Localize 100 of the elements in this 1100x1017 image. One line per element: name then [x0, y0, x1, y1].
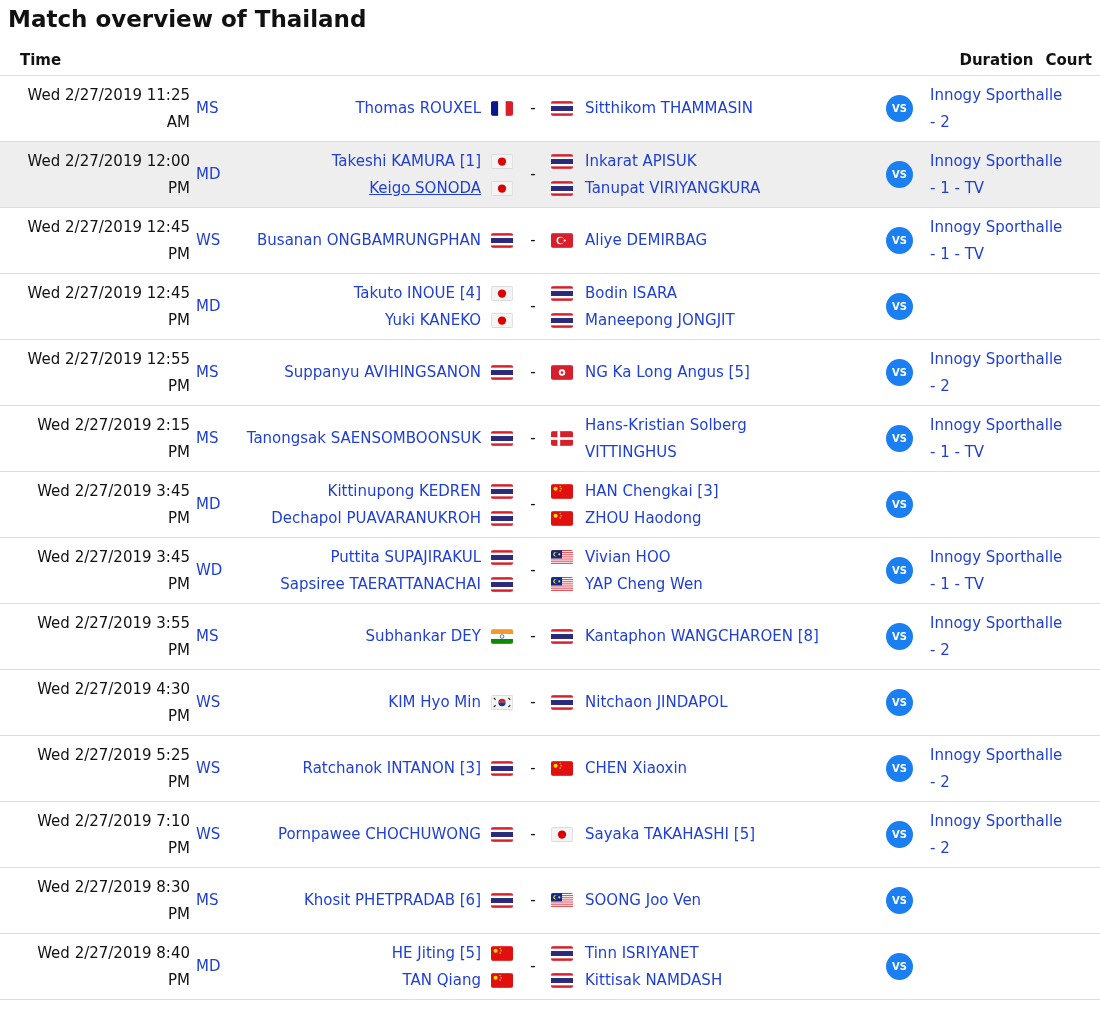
flag-icon — [551, 827, 573, 842]
match-time: Wed 2/27/2019 5:25 PM — [36, 744, 190, 793]
flag-icon — [551, 893, 573, 908]
player-link[interactable]: Aliye DEMIRBAG — [585, 227, 708, 254]
event-link[interactable]: WS — [190, 821, 230, 848]
flag-icon — [491, 761, 513, 776]
player-link[interactable]: Sayaka TAKAHASHI [5] — [585, 821, 756, 848]
event-link[interactable]: MS — [190, 887, 230, 914]
player-link[interactable]: Keigo SONODA — [369, 174, 481, 202]
flag-icon — [491, 285, 513, 301]
court-link[interactable]: Innogy Sporthalle - 1 - TV — [930, 411, 1070, 466]
player-link[interactable]: Tanupat VIRIYANGKURA — [585, 174, 761, 202]
player-link[interactable]: ZHOU Haodong — [585, 504, 702, 532]
event-link[interactable]: MS — [190, 359, 230, 386]
vs-icon[interactable]: VS — [886, 755, 913, 782]
vs-icon[interactable]: VS — [886, 161, 913, 188]
event-link[interactable]: MD — [190, 293, 230, 320]
separator: - — [530, 494, 536, 515]
player-link[interactable]: KIM Hyo Min — [388, 689, 481, 716]
vs-icon[interactable]: VS — [886, 689, 913, 716]
event-link[interactable]: MD — [190, 161, 230, 188]
vs-icon[interactable]: VS — [886, 227, 913, 254]
separator: - — [530, 98, 536, 119]
player-link[interactable]: SOONG Joo Ven — [585, 887, 702, 914]
match-time: Wed 2/27/2019 4:30 PM — [36, 678, 190, 727]
separator: - — [530, 890, 536, 911]
vs-icon[interactable]: VS — [886, 821, 913, 848]
player-link[interactable]: Bodin ISARA — [585, 279, 677, 307]
match-time: Wed 2/27/2019 11:25 AM — [26, 84, 190, 133]
player-link[interactable]: Vivian HOO — [585, 543, 671, 571]
flag-icon — [491, 233, 513, 248]
court-link[interactable]: Innogy Sporthalle - 2 — [930, 741, 1070, 796]
player-link[interactable]: Ratchanok INTANON [3] — [302, 755, 481, 782]
player-link[interactable]: Thomas ROUXEL — [355, 95, 481, 122]
court-link[interactable]: Innogy Sporthalle - 1 - TV — [930, 543, 1070, 598]
player-link[interactable]: Maneepong JONGJIT — [585, 306, 735, 334]
match-time: Wed 2/27/2019 3:45 PM — [36, 480, 190, 529]
player-link[interactable]: Subhankar DEY — [365, 623, 481, 650]
vs-icon[interactable]: VS — [886, 953, 913, 980]
player-link[interactable]: HE Jiting [5] — [391, 939, 481, 967]
event-link[interactable]: WS — [190, 227, 230, 254]
player-link[interactable]: TAN Qiang — [402, 966, 481, 994]
flag-icon — [491, 549, 513, 565]
court-link[interactable]: Innogy Sporthalle - 2 — [930, 807, 1070, 862]
vs-icon[interactable]: VS — [886, 293, 913, 320]
player-link[interactable]: Suppanyu AVIHINGSANON — [284, 359, 481, 386]
player-link[interactable]: Sapsiree TAERATTANACHAI — [280, 570, 481, 598]
vs-icon[interactable]: VS — [886, 359, 913, 386]
vs-icon[interactable]: VS — [886, 557, 913, 584]
player-link[interactable]: Inkarat APISUK — [585, 147, 697, 175]
event-link[interactable]: MS — [190, 95, 230, 122]
flag-icon — [491, 312, 513, 328]
player-link[interactable]: Takeshi KAMURA [1] — [331, 147, 481, 175]
vs-icon[interactable]: VS — [886, 95, 913, 122]
flag-icon — [491, 483, 513, 499]
flag-icon — [551, 483, 573, 499]
event-link[interactable]: WD — [190, 557, 230, 584]
court-link[interactable]: Innogy Sporthalle - 2 — [930, 81, 1070, 136]
event-link[interactable]: MS — [190, 623, 230, 650]
player-link[interactable]: Tinn ISRIYANET — [585, 939, 699, 967]
player-link[interactable]: CHEN Xiaoxin — [585, 755, 688, 782]
court-link[interactable]: Innogy Sporthalle - 1 - TV — [930, 147, 1070, 202]
vs-icon[interactable]: VS — [886, 623, 913, 650]
player-link[interactable]: Kittinupong KEDREN — [327, 477, 481, 505]
flag-icon — [491, 510, 513, 526]
vs-icon[interactable]: VS — [886, 491, 913, 518]
separator: - — [530, 626, 536, 647]
event-link[interactable]: WS — [190, 689, 230, 716]
court-link[interactable]: Innogy Sporthalle - 2 — [930, 345, 1070, 400]
player-link[interactable]: Takuto INOUE [4] — [353, 279, 481, 307]
match-time: Wed 2/27/2019 12:00 PM — [26, 150, 190, 199]
flag-icon — [551, 549, 573, 565]
event-link[interactable]: MS — [190, 425, 230, 452]
player-link[interactable]: Puttita SUPAJIRAKUL — [330, 543, 481, 571]
player-link[interactable]: Busanan ONGBAMRUNGPHAN — [257, 227, 481, 254]
court-link[interactable]: Innogy Sporthalle - 2 — [930, 609, 1070, 664]
separator: - — [530, 692, 536, 713]
player-link[interactable]: Pornpawee CHOCHUWONG — [277, 821, 481, 848]
player-link[interactable]: Khosit PHETPRADAB [6] — [303, 887, 481, 914]
match-time: Wed 2/27/2019 3:55 PM — [36, 612, 190, 661]
player-link[interactable]: Nitchaon JINDAPOL — [585, 689, 728, 716]
player-link[interactable]: NG Ka Long Angus [5] — [585, 359, 750, 386]
vs-icon[interactable]: VS — [886, 887, 913, 914]
player-link[interactable]: Kantaphon WANGCHAROEN [8] — [585, 623, 819, 650]
event-link[interactable]: MD — [190, 491, 230, 518]
player-link[interactable]: Tanongsak SAENSOMBOONSUK — [246, 425, 481, 452]
player-link[interactable]: HAN Chengkai [3] — [585, 477, 719, 505]
vs-icon[interactable]: VS — [886, 425, 913, 452]
player-link[interactable]: YAP Cheng Wen — [585, 570, 703, 598]
flag-icon — [491, 153, 513, 169]
player-link[interactable]: Sitthikom THAMMASIN — [585, 95, 753, 122]
court-link[interactable]: Innogy Sporthalle - 1 - TV — [930, 213, 1070, 268]
flag-icon — [491, 365, 513, 380]
player-link[interactable]: Hans-Kristian Solberg VITTINGHUS — [585, 411, 836, 466]
player-link[interactable]: Yuki KANEKO — [385, 306, 481, 334]
event-link[interactable]: MD — [190, 953, 230, 980]
flag-icon — [491, 629, 513, 644]
player-link[interactable]: Dechapol PUAVARANUKROH — [271, 504, 481, 532]
event-link[interactable]: WS — [190, 755, 230, 782]
player-link[interactable]: Kittisak NAMDASH — [585, 966, 723, 994]
